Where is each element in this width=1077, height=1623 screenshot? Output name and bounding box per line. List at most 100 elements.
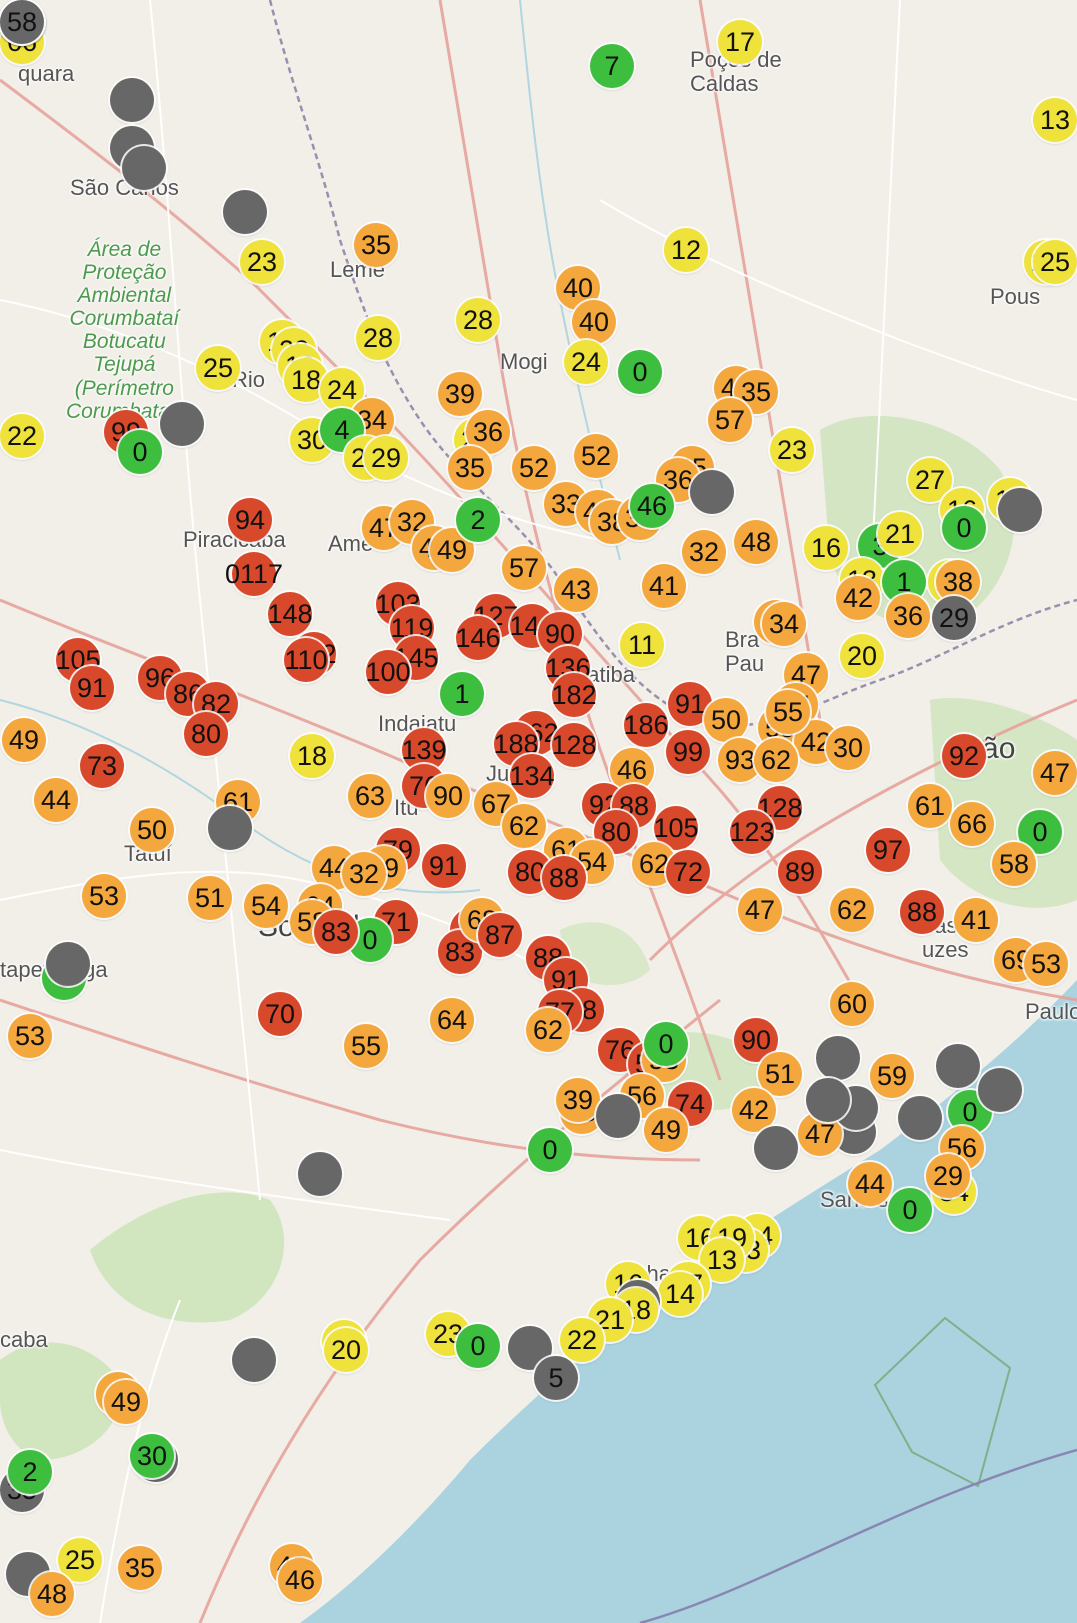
- station-marker[interactable]: 44: [848, 1162, 892, 1206]
- station-marker[interactable]: 123: [729, 810, 775, 854]
- station-marker[interactable]: 53: [8, 1014, 52, 1058]
- station-marker[interactable]: 62: [502, 804, 546, 848]
- station-marker[interactable]: 2: [456, 498, 500, 542]
- station-marker[interactable]: 61: [908, 784, 952, 828]
- station-marker[interactable]: 0: [888, 1188, 932, 1232]
- station-marker[interactable]: 99: [666, 730, 710, 774]
- station-marker[interactable]: 28: [456, 298, 500, 342]
- station-marker[interactable]: 42: [836, 576, 880, 620]
- station-marker[interactable]: 22: [560, 1318, 604, 1362]
- station-marker[interactable]: 88: [542, 856, 586, 900]
- station-marker[interactable]: 186: [623, 703, 669, 747]
- station-marker[interactable]: 94: [228, 498, 272, 542]
- station-marker[interactable]: [998, 488, 1042, 532]
- station-marker[interactable]: 91: [70, 666, 114, 710]
- station-marker[interactable]: 58: [992, 842, 1036, 886]
- station-marker[interactable]: 2: [8, 1450, 52, 1494]
- station-marker[interactable]: 100: [365, 650, 411, 694]
- station-marker[interactable]: [596, 1094, 640, 1138]
- station-marker[interactable]: 60: [830, 982, 874, 1026]
- station-marker[interactable]: [936, 1044, 980, 1088]
- station-marker[interactable]: 24: [564, 340, 608, 384]
- station-marker[interactable]: 0: [644, 1022, 688, 1066]
- station-marker[interactable]: 63: [348, 774, 392, 818]
- station-marker[interactable]: 29: [932, 596, 976, 640]
- station-marker[interactable]: 44: [34, 778, 78, 822]
- station-marker[interactable]: 90: [426, 774, 470, 818]
- station-marker[interactable]: 64: [430, 998, 474, 1042]
- station-marker[interactable]: 53: [1024, 942, 1068, 986]
- station-marker[interactable]: 25: [1033, 240, 1077, 284]
- station-marker[interactable]: 20: [324, 1328, 368, 1372]
- station-marker[interactable]: 23: [770, 428, 814, 472]
- station-marker[interactable]: [46, 942, 90, 986]
- station-marker[interactable]: 47: [1033, 751, 1077, 795]
- station-marker[interactable]: [806, 1078, 850, 1122]
- station-marker[interactable]: 66: [950, 802, 994, 846]
- station-marker[interactable]: 182: [551, 673, 597, 717]
- station-marker[interactable]: 49: [2, 718, 46, 762]
- station-marker[interactable]: 46: [630, 484, 674, 528]
- station-marker[interactable]: 41: [954, 898, 998, 942]
- station-marker[interactable]: 146: [455, 616, 501, 660]
- station-marker[interactable]: [754, 1126, 798, 1170]
- station-marker[interactable]: 0: [942, 506, 986, 550]
- station-marker[interactable]: 1: [440, 672, 484, 716]
- station-marker[interactable]: 29: [926, 1154, 970, 1198]
- station-marker[interactable]: 49: [644, 1108, 688, 1152]
- station-marker[interactable]: [232, 1338, 276, 1382]
- station-marker[interactable]: [978, 1068, 1022, 1112]
- station-marker[interactable]: 29: [364, 436, 408, 480]
- station-marker[interactable]: 21: [878, 512, 922, 556]
- station-marker[interactable]: [208, 806, 252, 850]
- station-marker[interactable]: 72: [666, 850, 710, 894]
- station-marker[interactable]: 28: [356, 316, 400, 360]
- station-marker[interactable]: 36: [886, 594, 930, 638]
- station-marker[interactable]: 92: [942, 734, 986, 778]
- station-marker[interactable]: 58: [0, 0, 44, 44]
- station-marker[interactable]: 41: [642, 564, 686, 608]
- station-marker[interactable]: 97: [866, 828, 910, 872]
- station-marker[interactable]: 39: [438, 372, 482, 416]
- station-marker[interactable]: 43: [554, 568, 598, 612]
- station-marker[interactable]: 91: [422, 844, 466, 888]
- station-marker[interactable]: [122, 146, 166, 190]
- station-marker[interactable]: 49: [104, 1380, 148, 1424]
- station-marker[interactable]: 39: [556, 1078, 600, 1122]
- station-marker[interactable]: 62: [526, 1008, 570, 1052]
- station-marker[interactable]: 42: [732, 1088, 776, 1132]
- station-marker[interactable]: 83: [314, 910, 358, 954]
- station-marker[interactable]: 50: [704, 698, 748, 742]
- station-marker[interactable]: [223, 190, 267, 234]
- station-marker[interactable]: [898, 1096, 942, 1140]
- station-marker[interactable]: 73: [80, 744, 124, 788]
- station-marker[interactable]: 20: [840, 634, 884, 678]
- station-marker[interactable]: 23: [240, 240, 284, 284]
- station-marker[interactable]: [690, 470, 734, 514]
- station-marker[interactable]: 0: [618, 350, 662, 394]
- station-marker[interactable]: 52: [574, 434, 618, 478]
- station-marker[interactable]: 54: [244, 884, 288, 928]
- station-marker[interactable]: 50: [130, 808, 174, 852]
- station-marker[interactable]: 32: [342, 852, 386, 896]
- station-marker[interactable]: 16: [804, 526, 848, 570]
- station-marker[interactable]: [160, 402, 204, 446]
- station-marker[interactable]: 0: [528, 1128, 572, 1172]
- station-marker[interactable]: 47: [738, 888, 782, 932]
- station-marker[interactable]: 51: [758, 1052, 802, 1096]
- station-marker[interactable]: 128: [551, 723, 597, 767]
- station-marker[interactable]: 48: [734, 520, 778, 564]
- station-marker[interactable]: 0117: [225, 552, 283, 596]
- station-marker[interactable]: 0: [118, 430, 162, 474]
- station-marker[interactable]: 62: [830, 888, 874, 932]
- station-marker[interactable]: 59: [870, 1054, 914, 1098]
- station-marker[interactable]: 48: [30, 1572, 74, 1616]
- station-marker[interactable]: 62: [754, 738, 798, 782]
- station-marker[interactable]: 17: [718, 20, 762, 64]
- station-marker[interactable]: 53: [82, 874, 126, 918]
- station-marker[interactable]: 5: [534, 1356, 578, 1400]
- station-marker[interactable]: 110: [284, 638, 328, 682]
- station-marker[interactable]: 51: [188, 876, 232, 920]
- station-marker[interactable]: 55: [766, 690, 810, 734]
- station-marker[interactable]: 89: [778, 850, 822, 894]
